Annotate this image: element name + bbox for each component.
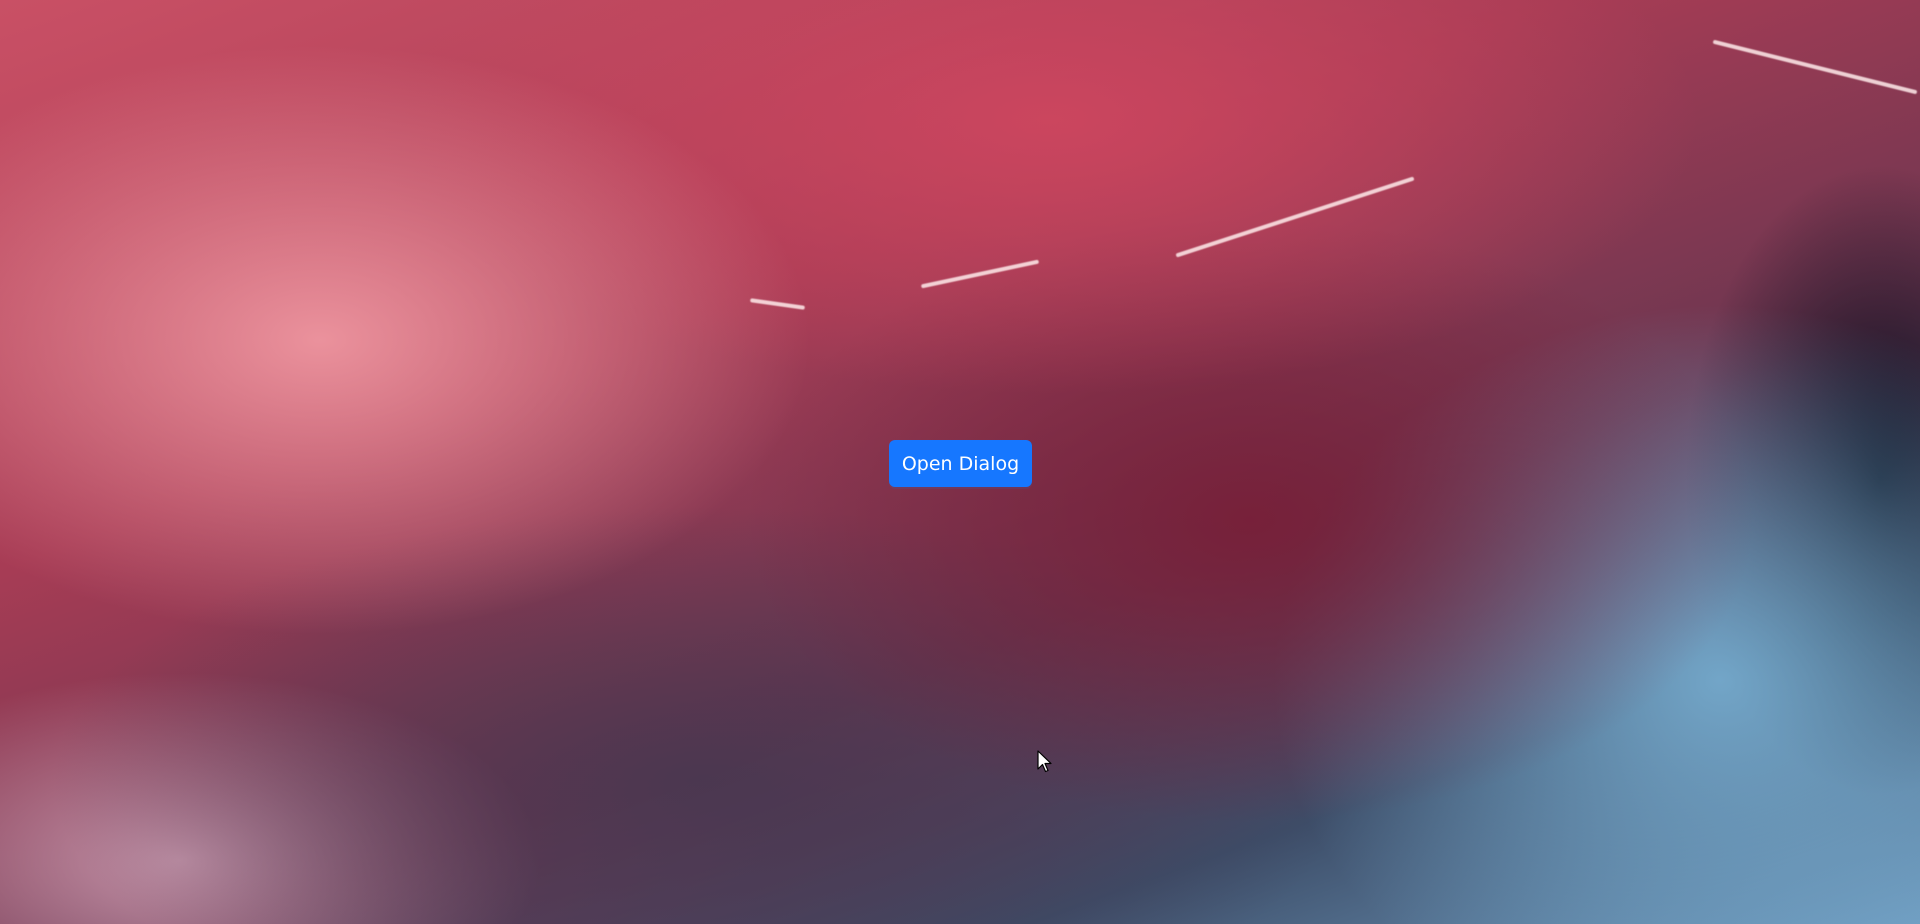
mouse-cursor-icon	[1037, 750, 1052, 773]
light-streak	[1175, 176, 1415, 258]
light-streak	[1712, 39, 1918, 95]
open-dialog-button[interactable]: Open Dialog	[889, 440, 1032, 487]
light-streak	[749, 298, 806, 310]
light-streak	[920, 259, 1040, 289]
